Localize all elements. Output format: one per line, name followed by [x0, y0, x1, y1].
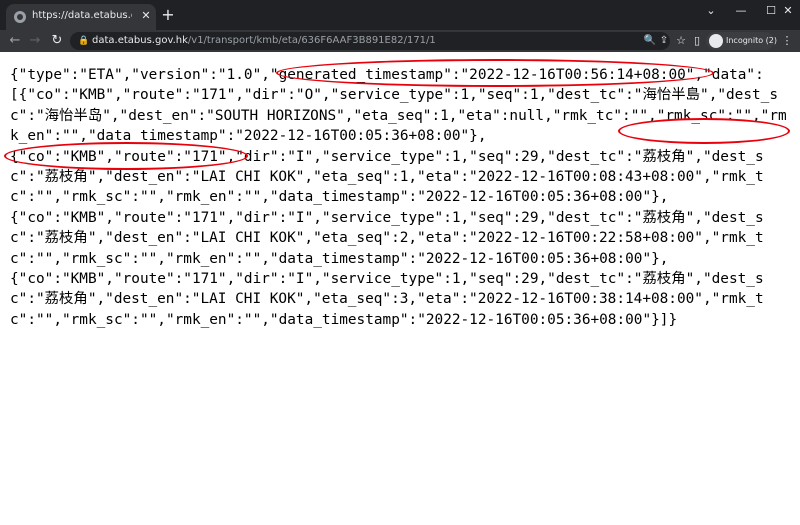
lock-icon[interactable]: 🔒	[78, 34, 90, 48]
back-arrow-icon[interactable]: ←	[6, 32, 24, 50]
side-panel-icon[interactable]: ▯	[688, 32, 706, 50]
tab-search-icon[interactable]: ⌄	[696, 0, 726, 22]
globe-icon	[14, 11, 26, 23]
json-line: {"co":"KMB","route":"171","dir":"I","ser…	[10, 209, 764, 267]
browser-tab[interactable]: https://data.etabus.gov.hk/v1/transport/…	[6, 4, 156, 30]
browser-toolbar: ← → ↻ 🔒 data.etabus.gov.hk/v1/transport/…	[0, 30, 800, 52]
menu-kebab-icon[interactable]: ⋮	[778, 32, 796, 50]
address-bar[interactable]: 🔒 data.etabus.gov.hk/v1/transport/kmb/et…	[70, 32, 670, 50]
incognito-icon	[709, 34, 723, 48]
json-body: {"type":"ETA","version":"1.0","generated…	[10, 65, 790, 330]
forward-arrow-icon[interactable]: →	[26, 32, 44, 50]
reload-icon[interactable]: ↻	[48, 32, 66, 50]
share-icon[interactable]: ⇪	[656, 33, 672, 49]
url-host: data.etabus.gov.hk	[92, 35, 188, 46]
json-line: {"type":"ETA","version":"1.0","generated…	[10, 67, 787, 145]
tab-strip: https://data.etabus.gov.hk/v1/transport/…	[0, 0, 800, 30]
tab-title: https://data.etabus.gov.hk/v1/transport/…	[32, 10, 132, 21]
url-text[interactable]: data.etabus.gov.hk/v1/transport/kmb/eta/…	[92, 34, 592, 48]
close-tab-icon[interactable]: ✕	[139, 8, 153, 24]
incognito-profile-button[interactable]: Incognito (2)	[706, 32, 777, 50]
url-path: /v1/transport/kmb/eta/636F6AAF3B891E82/1…	[187, 35, 436, 46]
json-viewer: {"type":"ETA","version":"1.0","generated…	[0, 52, 800, 525]
close-window-button[interactable]: ✕	[776, 0, 800, 22]
minimize-button[interactable]: —	[726, 0, 756, 22]
json-line: {"co":"KMB","route":"171","dir":"I","ser…	[10, 271, 764, 328]
incognito-label: Incognito (2)	[726, 36, 777, 45]
new-tab-button[interactable]: +	[160, 6, 176, 24]
json-line: {"co":"KMB","route":"171","dir":"I","ser…	[10, 148, 764, 206]
